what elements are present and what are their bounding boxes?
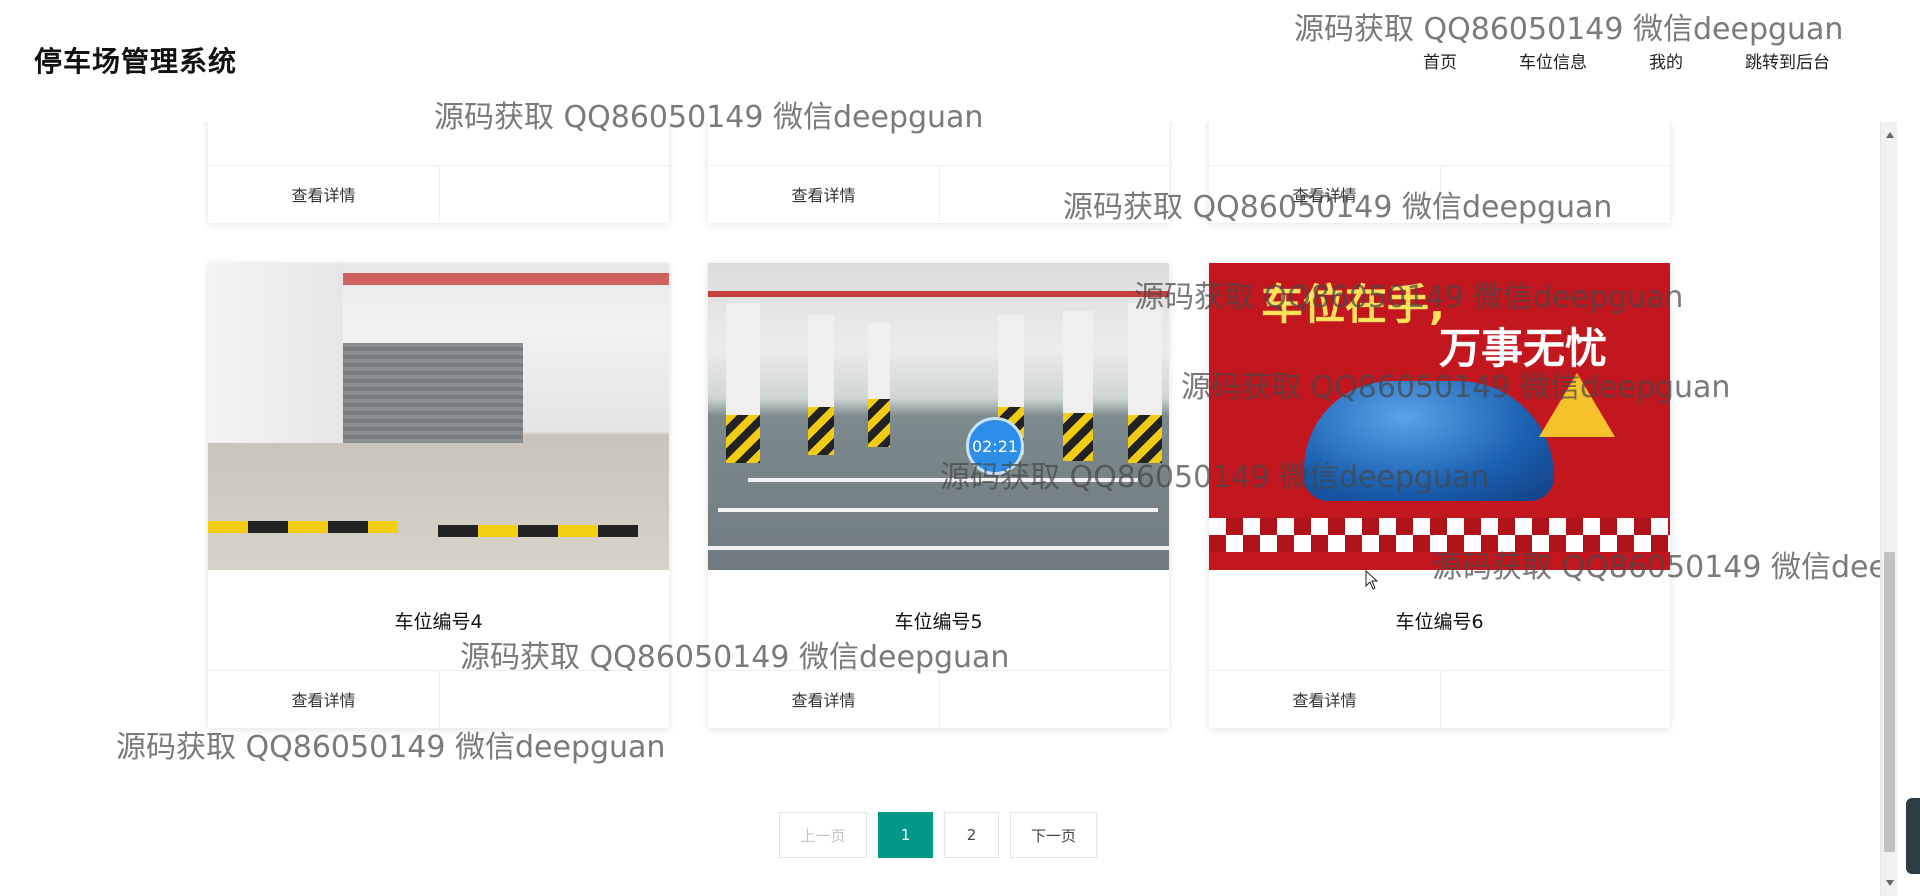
parking-spot-name[interactable]: 车位编号6 — [1209, 570, 1670, 670]
warning-sign-icon — [1539, 373, 1615, 437]
view-detail-button[interactable]: 查看详情 — [1209, 166, 1441, 222]
nav-parking-info[interactable]: 车位信息 — [1519, 48, 1587, 73]
view-detail-button[interactable]: 查看详情 — [708, 671, 940, 727]
garage-door-image — [343, 343, 523, 443]
parking-card: 查看详情 — [1209, 122, 1670, 223]
floating-widget[interactable] — [1906, 798, 1920, 874]
view-detail-button[interactable]: 查看详情 — [208, 166, 440, 222]
page-2-button[interactable]: 2 — [944, 812, 999, 858]
parking-card-4[interactable]: 车位编号4 查看详情 — [208, 263, 669, 728]
scroll-thumb[interactable] — [1884, 552, 1895, 852]
view-detail-button[interactable]: 查看详情 — [708, 166, 940, 222]
parking-photo[interactable] — [208, 263, 669, 570]
nav-admin[interactable]: 跳转到后台 — [1745, 48, 1830, 73]
parking-spot-name[interactable]: 车位编号5 — [708, 570, 1169, 670]
prev-page-button[interactable]: 上一页 — [779, 812, 867, 858]
nav-home[interactable]: 首页 — [1423, 48, 1457, 73]
scroll-down-icon[interactable] — [1886, 880, 1894, 886]
page-scrollbar[interactable] — [1880, 122, 1897, 896]
covered-car-image — [1304, 381, 1554, 501]
parking-card-6[interactable]: 车位在手, 万事无忧 车位编号6 查看详情 — [1209, 263, 1670, 728]
next-page-button[interactable]: 下一页 — [1010, 812, 1097, 858]
main-nav: 首页 车位信息 我的 跳转到后台 — [1423, 48, 1830, 73]
poster-subheadline: 万事无忧 — [1439, 324, 1608, 373]
pagination: 上一页 1 2 下一页 — [779, 812, 1097, 858]
site-title: 停车场管理系统 — [34, 45, 238, 78]
timer-badge[interactable]: 02:21 — [966, 417, 1024, 475]
page-1-button[interactable]: 1 — [878, 812, 933, 858]
view-detail-button[interactable]: 查看详情 — [1209, 671, 1441, 727]
parking-card: 查看详情 — [708, 122, 1169, 223]
poster-headline: 车位在手, — [1261, 280, 1445, 329]
parking-list: 查看详情 查看详情 查看详情 车位编号4 查看详情 02:21 车位编号5 查看… — [0, 122, 1880, 896]
view-detail-button[interactable]: 查看详情 — [208, 671, 440, 727]
parking-card-5[interactable]: 02:21 车位编号5 查看详情 — [708, 263, 1169, 728]
site-header: 停车场管理系统 首页 车位信息 我的 跳转到后台 — [0, 0, 1920, 122]
nav-mine[interactable]: 我的 — [1649, 48, 1683, 73]
parking-card: 查看详情 — [208, 122, 669, 223]
parking-photo[interactable]: 车位在手, 万事无忧 — [1209, 263, 1670, 570]
parking-photo[interactable]: 02:21 — [708, 263, 1169, 570]
parking-spot-name[interactable]: 车位编号4 — [208, 570, 669, 670]
scroll-up-icon[interactable] — [1886, 132, 1894, 138]
